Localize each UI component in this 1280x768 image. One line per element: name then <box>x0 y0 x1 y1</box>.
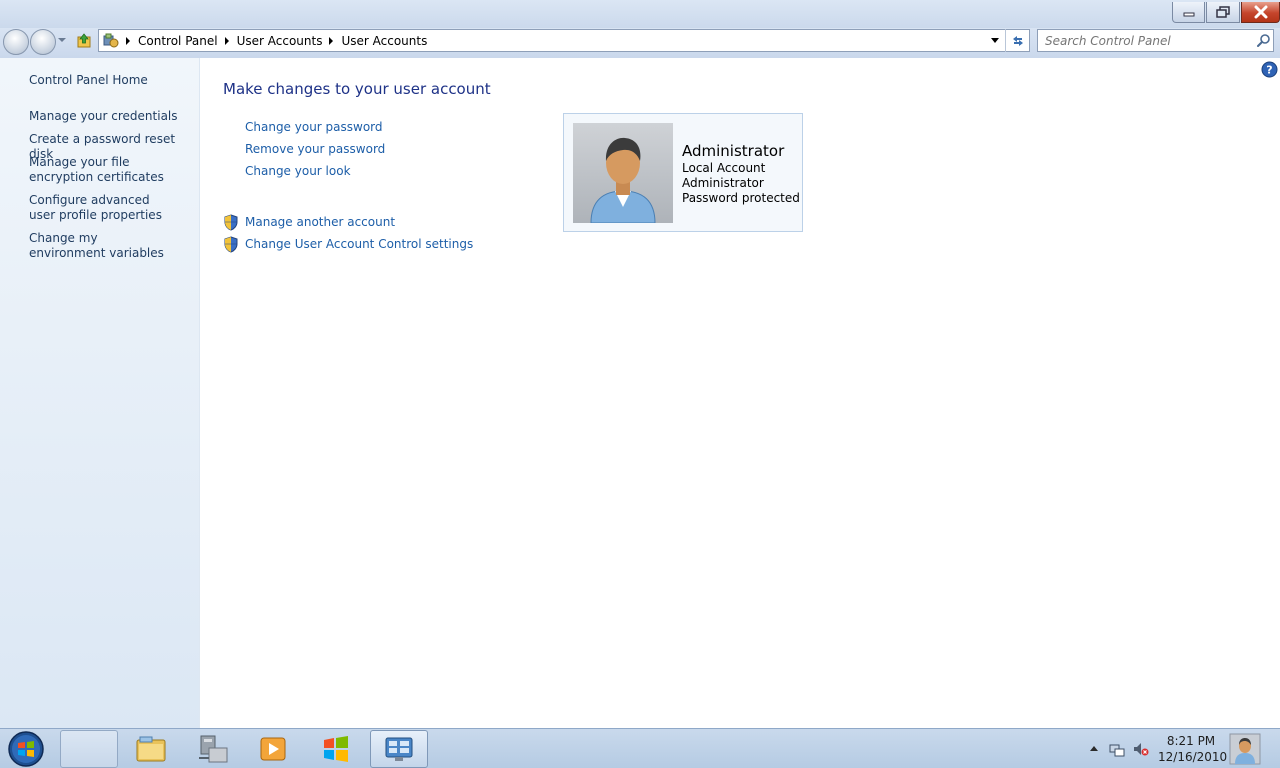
page-title: Make changes to your user account <box>223 80 491 98</box>
search-box[interactable] <box>1037 29 1274 52</box>
breadcrumb-separator[interactable] <box>329 36 334 45</box>
account-card: Administrator Local Account Administrato… <box>563 113 803 232</box>
minimize-icon <box>1183 12 1194 17</box>
refresh-icon <box>1012 35 1023 46</box>
control-panel-icon <box>103 33 119 47</box>
taskbar-network-folder[interactable] <box>184 730 242 768</box>
up-icon[interactable] <box>76 33 92 49</box>
help-icon[interactable]: ? <box>1261 61 1278 78</box>
clock-date: 12/16/2010 <box>1158 750 1228 764</box>
account-type: Local Account <box>682 161 766 175</box>
taskbar-windows-explorer[interactable] <box>122 730 180 768</box>
breadcrumb-control-panel[interactable]: Control Panel <box>138 34 218 48</box>
account-name: Administrator <box>682 142 785 160</box>
sidebar-item-file-encryption-certificates[interactable]: Manage your file encryption certificates <box>29 155 189 185</box>
volume-muted-icon[interactable] <box>1133 741 1149 757</box>
taskbar-blank-window[interactable] <box>60 730 118 768</box>
maximize-button[interactable] <box>1206 2 1240 23</box>
task-pane: Control Panel Home Manage your credentia… <box>0 58 200 728</box>
address-history-dropdown[interactable] <box>991 38 999 43</box>
user-account-picture-icon[interactable] <box>1228 731 1262 766</box>
control-panel-icon <box>385 737 413 761</box>
taskbar-media-player[interactable] <box>244 730 302 768</box>
clock-time: 8:21 PM <box>1166 734 1216 748</box>
taskbar-windows-logo-app[interactable] <box>307 730 365 768</box>
change-password-link[interactable]: Change your password <box>245 120 383 134</box>
taskbar: 8:21 PM 12/16/2010 <box>0 728 1280 768</box>
account-role: Administrator <box>682 176 764 190</box>
close-button[interactable] <box>1241 2 1280 23</box>
account-password-status: Password protected <box>682 191 800 205</box>
breadcrumb-user-accounts-current[interactable]: User Accounts <box>341 34 427 48</box>
window-title-bar <box>0 0 1280 28</box>
breadcrumb-separator[interactable] <box>224 36 229 45</box>
refresh-button[interactable] <box>1005 29 1029 52</box>
search-input[interactable] <box>1038 30 1248 51</box>
sidebar-item-advanced-profile-properties[interactable]: Configure advanced user profile properti… <box>29 193 174 223</box>
navigation-bar: Control Panel User Accounts User Account… <box>0 28 1280 58</box>
show-hidden-icons-arrow[interactable] <box>1086 741 1102 757</box>
shield-icon <box>224 236 238 253</box>
network-icon[interactable] <box>1109 741 1125 757</box>
close-icon <box>1254 5 1267 19</box>
sidebar-item-manage-credentials[interactable]: Manage your credentials <box>29 109 189 124</box>
breadcrumb-user-accounts[interactable]: User Accounts <box>237 34 323 48</box>
windows-explorer-icon <box>136 736 166 762</box>
windows-logo-icon <box>324 736 348 762</box>
sidebar-item-environment-variables[interactable]: Change my environment variables <box>29 231 174 261</box>
user-avatar-icon <box>590 137 656 223</box>
network-folder-icon <box>199 735 228 763</box>
start-button[interactable] <box>6 730 46 768</box>
shield-icon <box>224 214 238 231</box>
manage-another-account-link[interactable]: Manage another account <box>245 215 395 229</box>
minimize-button[interactable] <box>1172 2 1205 23</box>
recent-pages-dropdown[interactable] <box>58 38 66 42</box>
taskbar-control-panel[interactable] <box>370 730 428 768</box>
remove-password-link[interactable]: Remove your password <box>245 142 385 156</box>
change-look-link[interactable]: Change your look <box>245 164 351 178</box>
restore-icon <box>1216 5 1230 18</box>
clock[interactable]: 8:21 PM 12/16/2010 <box>1158 733 1228 765</box>
media-player-icon <box>260 737 286 761</box>
search-icon[interactable] <box>1256 33 1272 49</box>
address-bar[interactable]: Control Panel User Accounts User Account… <box>98 29 1030 52</box>
forward-button[interactable] <box>30 29 56 55</box>
uac-settings-link[interactable]: Change User Account Control settings <box>245 237 473 251</box>
svg-text:?: ? <box>1266 64 1272 77</box>
avatar <box>573 123 673 223</box>
back-button[interactable] <box>3 29 29 55</box>
breadcrumb-separator[interactable] <box>126 36 130 45</box>
sidebar-item-control-panel-home[interactable]: Control Panel Home <box>29 73 189 88</box>
